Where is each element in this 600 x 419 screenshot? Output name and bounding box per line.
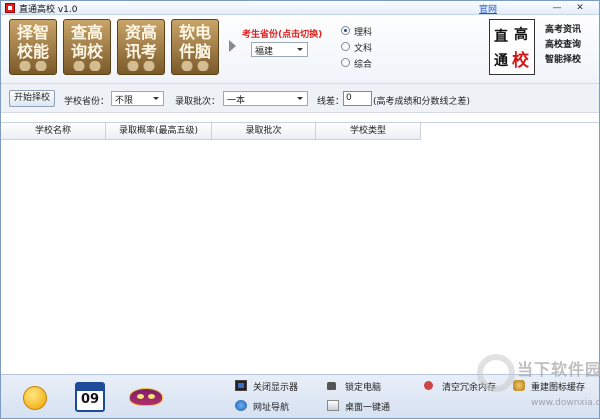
chevron-down-icon bbox=[297, 48, 303, 51]
school-province-select[interactable]: 不限 bbox=[111, 91, 164, 106]
tile-line-1: 软电 bbox=[178, 23, 211, 42]
official-site-link[interactable]: 官网 bbox=[479, 2, 497, 15]
radio-icon bbox=[341, 42, 350, 51]
title-bar: 直通高校 v1.0 官网 — ✕ bbox=[1, 1, 599, 15]
monitor-icon bbox=[235, 380, 247, 391]
school-province-label: 学校省份： bbox=[64, 97, 110, 107]
memory-clean-icon bbox=[424, 381, 433, 390]
chevron-down-icon bbox=[153, 97, 159, 100]
score-diff-input[interactable]: 0 bbox=[343, 91, 372, 106]
column-school-name[interactable]: 学校名称 bbox=[1, 123, 106, 140]
tile-pc-software[interactable]: 软电 件脑 bbox=[171, 19, 219, 75]
desktop-icon bbox=[327, 400, 339, 411]
app-icon bbox=[5, 3, 15, 13]
promo-line: 高校查询 bbox=[545, 40, 582, 50]
province-select[interactable]: 福建 bbox=[251, 42, 308, 57]
close-button[interactable]: ✕ bbox=[567, 2, 593, 14]
radio-icon bbox=[341, 58, 350, 67]
logo-char: 高 bbox=[514, 27, 528, 43]
tool-label: 桌面一键通 bbox=[345, 403, 391, 413]
radio-label: 综合 bbox=[354, 60, 373, 70]
tile-smart-select[interactable]: 择智 校能 bbox=[9, 19, 57, 75]
tool-label: 网址导航 bbox=[253, 403, 290, 413]
logo-char: 校 bbox=[512, 51, 529, 71]
minimize-button[interactable]: — bbox=[549, 2, 565, 14]
calendar-day: 09 bbox=[80, 392, 100, 407]
batch-select[interactable]: 一本 bbox=[223, 91, 308, 106]
score-diff-note: (高考成绩和分数线之差) bbox=[373, 97, 471, 107]
radio-label: 文科 bbox=[354, 44, 373, 54]
promo-line: 智能择校 bbox=[545, 55, 582, 65]
chevron-down-icon bbox=[297, 97, 303, 100]
globe-icon bbox=[235, 400, 247, 411]
tool-label: 关闭显示器 bbox=[253, 383, 299, 393]
tile-line-2: 讯考 bbox=[124, 42, 157, 61]
brand-logo: 直 高 通 校 bbox=[489, 19, 535, 75]
logo-char: 通 bbox=[494, 53, 508, 69]
tile-exam-news[interactable]: 资高 讯考 bbox=[117, 19, 165, 75]
promo-text: 高考资讯 高校查询 智能择校 bbox=[545, 23, 597, 68]
tile-line-1: 查高 bbox=[70, 23, 103, 42]
rebuild-icon bbox=[513, 380, 525, 391]
tile-line-2: 件脑 bbox=[178, 42, 211, 61]
province-select-value: 福建 bbox=[255, 47, 274, 57]
tile-school-query[interactable]: 查高 询校 bbox=[63, 19, 111, 75]
column-admission-probability[interactable]: 录取概率(最高五级) bbox=[106, 123, 212, 140]
bottom-toolbar: 09 关闭显示器 网址导航 锁定电脑 桌面一键通 清空冗余内存 重建图标缓存 bbox=[1, 374, 599, 418]
window-title: 直通高校 v1.0 bbox=[19, 5, 78, 15]
select-value: 不限 bbox=[115, 96, 134, 106]
logo-char: 直 bbox=[494, 29, 508, 45]
arrow-right-icon bbox=[229, 40, 236, 52]
results-table: 学校名称 录取概率(最高五级) 录取批次 学校类型 bbox=[1, 122, 599, 374]
radio-icon-checked bbox=[341, 26, 350, 35]
score-diff-label: 线差： bbox=[317, 97, 345, 107]
app-window: 直通高校 v1.0 官网 — ✕ 择智 校能 查高 询校 资高 讯考 软电 件脑… bbox=[0, 0, 600, 419]
tile-line-2: 校能 bbox=[16, 42, 49, 61]
promo-line: 高考资讯 bbox=[545, 25, 582, 35]
tool-label: 重建图标缓存 bbox=[531, 383, 586, 393]
radio-label: 理科 bbox=[354, 28, 373, 38]
batch-label: 录取批次： bbox=[175, 97, 221, 107]
sun-icon[interactable] bbox=[23, 386, 47, 410]
filter-bar: 开始择校 学校省份： 不限 录取批次： 一本 线差： 0 (高考成绩和分数线之差… bbox=[1, 83, 599, 113]
mask-icon[interactable] bbox=[129, 388, 163, 406]
column-school-type[interactable]: 学校类型 bbox=[316, 123, 421, 140]
province-switch-label[interactable]: 考生省份(点击切换) bbox=[242, 27, 322, 40]
tile-line-1: 资高 bbox=[124, 23, 157, 42]
calendar-icon[interactable]: 09 bbox=[75, 382, 105, 412]
tile-line-1: 择智 bbox=[16, 23, 49, 42]
lock-icon bbox=[327, 382, 336, 390]
tool-label: 锁定电脑 bbox=[345, 383, 382, 393]
tool-label: 清空冗余内存 bbox=[442, 383, 497, 393]
column-admission-batch[interactable]: 录取批次 bbox=[212, 123, 316, 140]
start-select-button[interactable]: 开始择校 bbox=[9, 90, 55, 107]
header: 择智 校能 查高 询校 资高 讯考 软电 件脑 考生省份(点击切换) 福建 理科… bbox=[1, 15, 599, 83]
table-header: 学校名称 录取概率(最高五级) 录取批次 学校类型 bbox=[1, 123, 421, 140]
select-value: 一本 bbox=[227, 96, 246, 106]
tile-line-2: 询校 bbox=[70, 42, 103, 61]
